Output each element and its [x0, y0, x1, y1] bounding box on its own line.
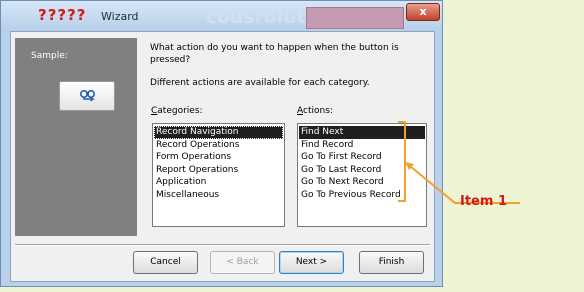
wizard-question: What action do you want to happen when t… — [150, 43, 399, 65]
close-icon: x — [419, 5, 427, 18]
back-button[interactable]: < Back — [210, 251, 275, 274]
window-title: Wizard — [101, 10, 139, 23]
category-item[interactable]: Form Operations — [154, 151, 283, 164]
title-bar[interactable]: cousrolution form ????? Wizard x — [1, 1, 442, 31]
close-button[interactable]: x — [406, 3, 440, 21]
sample-label: Sample: — [31, 51, 68, 61]
wizard-subtext: Different actions are available for each… — [150, 78, 370, 88]
actions-label: Actions: — [297, 106, 333, 116]
category-item[interactable]: Record Navigation — [154, 126, 283, 139]
category-item[interactable]: Report Operations — [154, 164, 283, 177]
next-button[interactable]: Next > — [279, 251, 344, 274]
find-next-icon — [79, 89, 96, 102]
action-item[interactable]: Find Record — [299, 139, 425, 152]
button-separator — [15, 244, 430, 246]
category-item[interactable]: Record Operations — [154, 139, 283, 152]
category-item[interactable]: Application — [154, 176, 283, 189]
action-item[interactable]: Go To Next Record — [299, 176, 425, 189]
action-item[interactable]: Go To Previous Record — [299, 189, 425, 202]
categories-label: Categories: — [151, 106, 203, 116]
action-item[interactable]: Find Next — [299, 126, 425, 139]
annotation-label: Item 1 — [460, 194, 507, 209]
wizard-body: Sample: What action do you want to happe… — [10, 31, 435, 282]
action-item[interactable]: Go To Last Record — [299, 164, 425, 177]
categories-listbox[interactable]: Record Navigation Record Operations Form… — [152, 123, 285, 227]
category-item[interactable]: Miscellaneous — [154, 189, 283, 202]
sample-preview-button — [59, 81, 115, 111]
sample-panel: Sample: — [15, 38, 137, 236]
cancel-button[interactable]: Cancel — [133, 251, 198, 274]
actions-listbox[interactable]: Find Next Find Record Go To First Record… — [297, 123, 427, 227]
background-form-badge — [306, 7, 404, 29]
wizard-window: cousrolution form ????? Wizard x Sample:… — [0, 0, 443, 287]
title-redaction-mark: ????? — [38, 6, 87, 24]
action-item[interactable]: Go To First Record — [299, 151, 425, 164]
finish-button[interactable]: Finish — [359, 251, 424, 274]
